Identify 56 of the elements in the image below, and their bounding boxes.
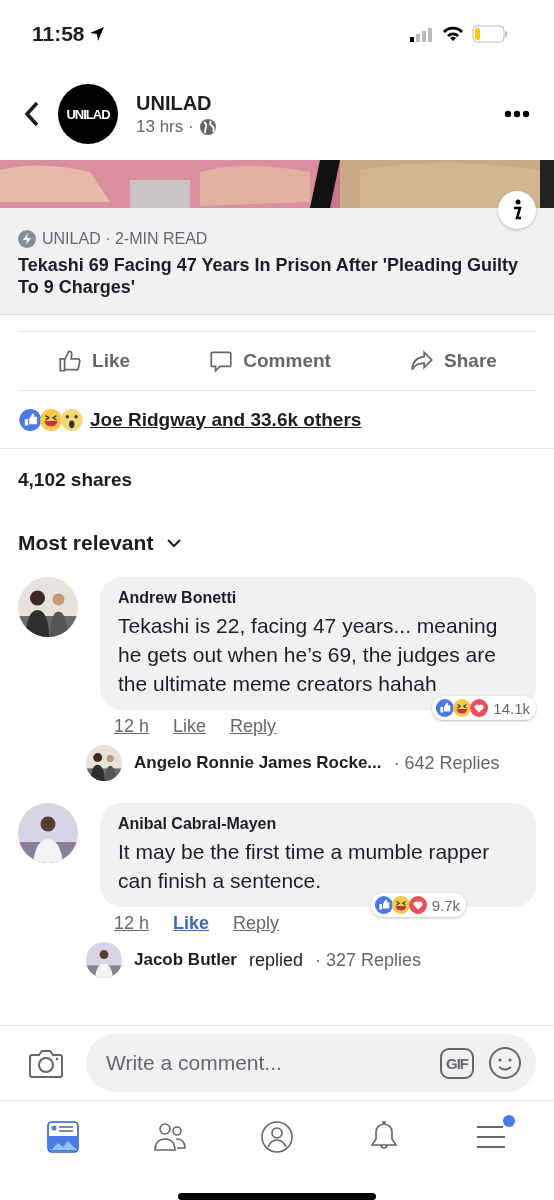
gif-button[interactable]: GIF xyxy=(440,1047,474,1079)
article-title[interactable]: Tekashi 69 Facing 47 Years In Prison After 'Pleading Guilty To 9 Charges' xyxy=(18,254,536,298)
reply-link[interactable]: Reply xyxy=(233,913,280,934)
avatar[interactable] xyxy=(86,942,122,978)
comment-time[interactable]: 12 h xyxy=(114,913,150,934)
like-link[interactable]: Like xyxy=(173,716,207,737)
back-icon[interactable] xyxy=(24,101,40,127)
thumbs-up-icon xyxy=(57,348,84,374)
signal-icon xyxy=(410,26,434,42)
avatar[interactable] xyxy=(18,577,78,637)
reply-author[interactable]: Angelo Ronnie James Rocke... xyxy=(134,753,382,773)
info-icon xyxy=(512,199,522,221)
emoji-icon[interactable] xyxy=(488,1046,522,1080)
globe-icon xyxy=(198,117,217,136)
comment-author[interactable]: Andrew Bonetti xyxy=(118,589,518,607)
camera-icon[interactable] xyxy=(28,1047,64,1079)
clock-time: 11:58 xyxy=(32,22,105,46)
chevron-down-icon xyxy=(167,538,182,548)
wifi-icon xyxy=(442,26,464,42)
lightning-icon xyxy=(18,230,36,248)
reply-count[interactable]: · 327 Replies xyxy=(315,949,422,971)
notification-dot xyxy=(502,1115,515,1127)
comment-icon xyxy=(208,348,235,374)
reaction-count-pill[interactable]: 9.7k xyxy=(370,893,466,917)
reply-count[interactable]: · 642 Replies xyxy=(393,752,500,774)
reply-verb: replied xyxy=(249,949,304,971)
avatar[interactable] xyxy=(18,803,78,863)
comment-field[interactable]: Write a comment... GIF xyxy=(86,1034,536,1092)
profile-icon xyxy=(259,1119,295,1155)
like-link[interactable]: Like xyxy=(173,913,210,934)
reactions-link[interactable]: Joe Ridgway and 33.6k others xyxy=(90,408,362,431)
location-arrow-icon xyxy=(88,26,105,42)
comment-text: Tekashi is 22, facing 47 years... meaning he gets out when he’s 69, the judges are the ultimate meme creators hahah xyxy=(118,613,499,697)
like-button[interactable]: Like xyxy=(51,342,137,380)
reactions-icon xyxy=(435,698,490,718)
reply-link[interactable]: Reply xyxy=(230,716,277,737)
post-time: 13 hrs · xyxy=(136,116,194,137)
page-logo[interactable]: UNILAD xyxy=(58,84,118,144)
reactions-icon xyxy=(373,895,428,915)
comment-text: It may be the first time a mumble rapper can finish a sentence. xyxy=(118,839,491,894)
reply-author[interactable]: Jacob Butler xyxy=(134,950,237,970)
comment-button[interactable]: Comment xyxy=(202,342,337,380)
share-button[interactable]: Share xyxy=(403,342,503,380)
news-feed-icon xyxy=(45,1119,82,1155)
sort-dropdown[interactable]: Most relevant xyxy=(0,509,554,573)
info-button[interactable] xyxy=(498,191,536,229)
more-icon[interactable] xyxy=(504,110,530,118)
reaction-count-pill[interactable]: 14.1k xyxy=(432,696,536,720)
shares-count[interactable]: 4,102 shares xyxy=(0,449,554,509)
avatar[interactable] xyxy=(86,745,122,781)
battery-icon xyxy=(472,25,508,43)
page-name[interactable]: UNILAD xyxy=(136,91,486,115)
article-source: UNILAD · 2-MIN READ xyxy=(42,230,208,248)
comment-time[interactable]: 12 h xyxy=(114,716,150,737)
reactions-icon xyxy=(18,407,84,432)
comment-author[interactable]: Anibal Cabral-Mayen xyxy=(118,815,518,833)
